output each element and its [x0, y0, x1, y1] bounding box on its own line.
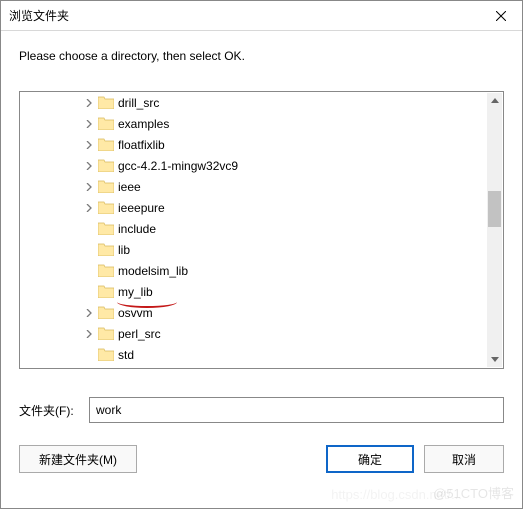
browse-folder-dialog: 浏览文件夹 Please choose a directory, then se… [0, 0, 523, 509]
tree-item[interactable]: lib [20, 239, 486, 260]
tree-item[interactable]: floatfixlib [20, 134, 486, 155]
folder-icon [98, 117, 114, 130]
ok-button[interactable]: 确定 [326, 445, 414, 473]
scroll-up-arrow[interactable] [487, 93, 502, 108]
instruction-text: Please choose a directory, then select O… [1, 31, 522, 73]
chevron-right-icon[interactable] [80, 141, 98, 149]
tree-item[interactable]: examples [20, 113, 486, 134]
tree-item[interactable]: gcc-4.2.1-mingw32vc9 [20, 155, 486, 176]
tree-item-label: include [118, 222, 156, 236]
tree-item-label: ieee [118, 180, 141, 194]
chevron-right-icon[interactable] [80, 99, 98, 107]
folder-icon [98, 222, 114, 235]
tree-item-label: lib [118, 243, 130, 257]
folder-icon [98, 306, 114, 319]
folder-icon [98, 138, 114, 151]
tree-item-label: drill_src [118, 96, 159, 110]
folder-input[interactable] [89, 397, 504, 423]
scroll-down-arrow[interactable] [487, 352, 502, 367]
close-icon [496, 11, 506, 21]
tree-item-label: modelsim_lib [118, 264, 188, 278]
folder-icon [98, 327, 114, 340]
folder-icon [98, 96, 114, 109]
folder-icon [98, 285, 114, 298]
tree-item-label: floatfixlib [118, 138, 165, 152]
folder-icon [98, 180, 114, 193]
tree-item-label: gcc-4.2.1-mingw32vc9 [118, 159, 238, 173]
folder-tree: drill_src examples floatfixlib gcc-4.2.1-mi… [19, 91, 504, 369]
watermark: @51CTO博客 [433, 483, 514, 502]
folder-icon [98, 243, 114, 256]
tree-item[interactable]: perl_src [20, 323, 486, 344]
folder-field-label: 文件夹(F): [19, 402, 89, 419]
tree-item[interactable]: ieee [20, 176, 486, 197]
titlebar: 浏览文件夹 [1, 1, 522, 31]
chevron-right-icon[interactable] [80, 330, 98, 338]
watermark-faint: https://blog.csdn.net/... [331, 487, 462, 502]
tree-item[interactable]: osvvm [20, 302, 486, 323]
chevron-right-icon[interactable] [80, 309, 98, 317]
cancel-button[interactable]: 取消 [424, 445, 504, 473]
tree-item[interactable]: drill_src [20, 92, 486, 113]
button-row: 新建文件夹(M) 确定 取消 [19, 445, 504, 473]
folder-icon [98, 348, 114, 361]
folder-field-row: 文件夹(F): [19, 397, 504, 423]
tree-item-label: ieeepure [118, 201, 165, 215]
tree-scroll-area[interactable]: drill_src examples floatfixlib gcc-4.2.1-mi… [20, 92, 486, 368]
tree-item-label: my_lib [118, 285, 153, 299]
folder-icon [98, 264, 114, 277]
chevron-right-icon[interactable] [80, 120, 98, 128]
chevron-right-icon[interactable] [80, 183, 98, 191]
tree-item[interactable]: my_lib [20, 281, 486, 302]
tree-item[interactable]: include [20, 218, 486, 239]
tree-item-label: perl_src [118, 327, 161, 341]
tree-item[interactable]: ieeepure [20, 197, 486, 218]
folder-icon [98, 159, 114, 172]
new-folder-button[interactable]: 新建文件夹(M) [19, 445, 137, 473]
tree-item-label: examples [118, 117, 169, 131]
vertical-scrollbar[interactable] [487, 93, 502, 367]
scrollbar-thumb[interactable] [488, 191, 501, 227]
tree-item[interactable]: std [20, 344, 486, 365]
tree-item-label: std [118, 348, 134, 362]
folder-icon [98, 201, 114, 214]
chevron-right-icon[interactable] [80, 162, 98, 170]
close-button[interactable] [480, 1, 522, 31]
chevron-right-icon[interactable] [80, 204, 98, 212]
tree-item[interactable]: modelsim_lib [20, 260, 486, 281]
dialog-title: 浏览文件夹 [9, 7, 69, 24]
